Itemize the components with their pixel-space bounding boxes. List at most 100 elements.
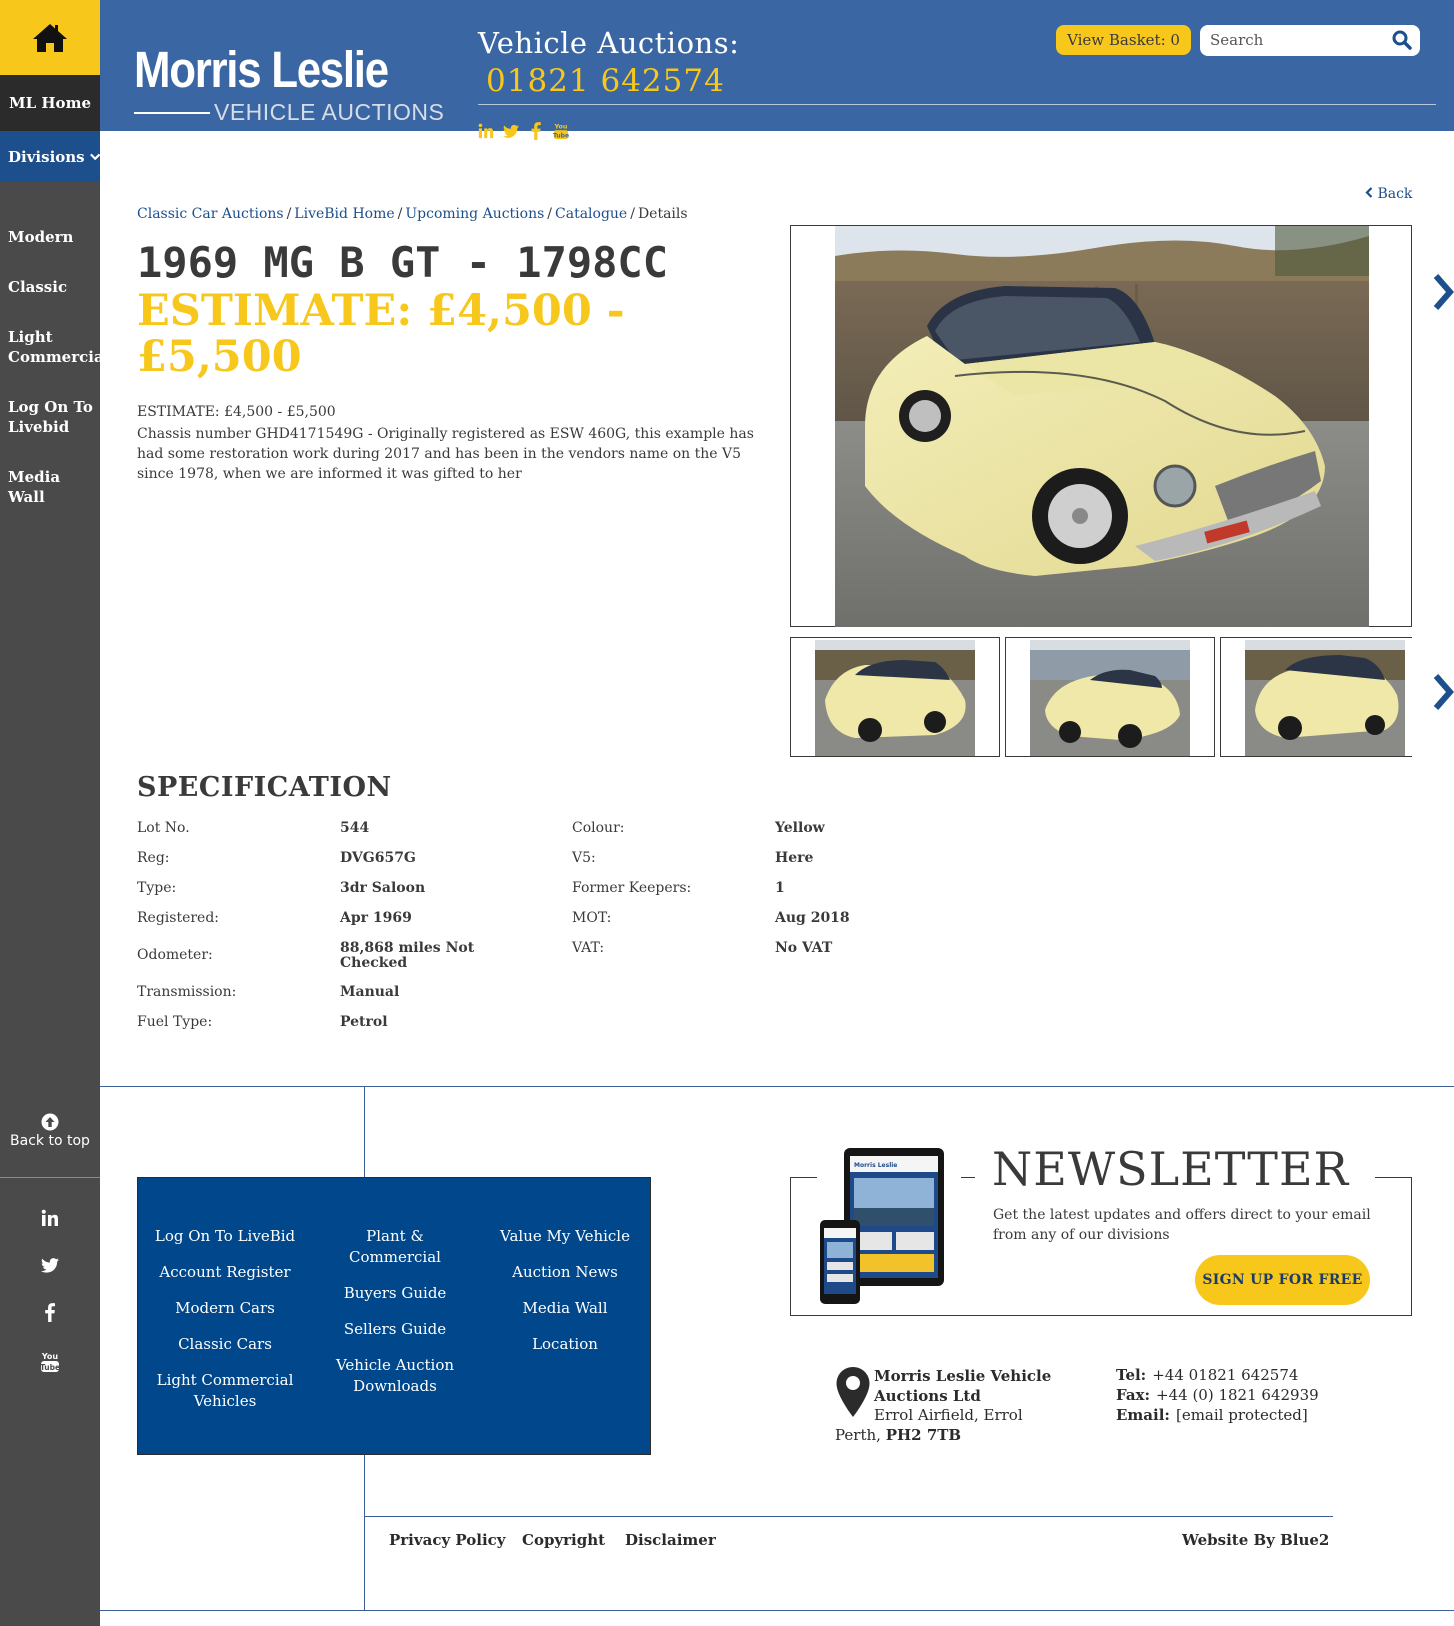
search-icon[interactable] <box>1392 30 1412 50</box>
contact-fax-value: +44 (0) 1821 642939 <box>1156 1386 1319 1404</box>
newsletter-border <box>791 1177 817 1178</box>
footer-link-modern-cars[interactable]: Modern Cars <box>138 1298 312 1319</box>
spec-value-registered: Apr 1969 <box>340 910 412 926</box>
search-bar <box>1200 25 1420 56</box>
footer-link-classic-cars[interactable]: Classic Cars <box>138 1334 312 1355</box>
spec-label-registered: Registered: <box>137 910 220 926</box>
gallery-next-arrow[interactable] <box>1432 272 1454 312</box>
logo-wordmark: Morris Leslie <box>134 41 389 98</box>
spec-value-odometer: 88,868 miles Not Checked <box>340 940 475 971</box>
spec-label-odometer: Odometer: <box>137 947 213 963</box>
footer-link-light-commercial[interactable]: Light Commercial Vehicles <box>150 1370 300 1412</box>
spec-label-mot: MOT: <box>572 910 612 926</box>
sidebar-twitter-link[interactable] <box>0 1250 100 1280</box>
disclaimer-link[interactable]: Disclaimer <box>625 1531 716 1549</box>
website-credit-link[interactable]: Website By Blue2 <box>1182 1531 1329 1549</box>
sidebar-item-livebid[interactable]: Log On To Livebid <box>8 397 100 437</box>
contact-fax-label: Fax: <box>1116 1386 1151 1404</box>
header-facebook-link[interactable] <box>528 121 544 141</box>
footer-link-sellers-guide[interactable]: Sellers Guide <box>312 1319 478 1340</box>
spec-value-fuel-type: Petrol <box>340 1014 388 1030</box>
location-pin-icon <box>836 1367 870 1417</box>
footer-link-account-register[interactable]: Account Register <box>138 1262 312 1283</box>
footer-links-column: Plant & Commercial Buyers Guide Sellers … <box>312 1226 478 1412</box>
gallery-thumbnail[interactable] <box>1005 637 1215 757</box>
devices-illustration: Morris Leslie <box>820 1148 944 1304</box>
breadcrumb: Classic Car Auctions / LiveBid Home / Upcomi… <box>137 206 688 222</box>
divisions-label: Divisions <box>8 147 85 166</box>
legal-divider <box>364 1516 1333 1517</box>
spec-label-fuel-type: Fuel Type: <box>137 1014 213 1030</box>
header-divider <box>478 104 1436 105</box>
spec-value-transmission: Manual <box>340 984 400 1000</box>
footer-bottom-divider <box>100 1610 1454 1611</box>
view-basket-button[interactable]: View Basket: 0 <box>1056 25 1191 55</box>
thumbnails-next-arrow[interactable] <box>1432 672 1454 712</box>
arrow-up-circle-icon <box>41 1113 59 1131</box>
back-to-top-label: Back to top <box>10 1133 90 1149</box>
spec-label-transmission: Transmission: <box>137 984 237 1000</box>
footer-link-livebid[interactable]: Log On To LiveBid <box>138 1226 312 1247</box>
sidebar-linkedin-link[interactable] <box>0 1203 100 1233</box>
site-header: Morris Leslie VEHICLE AUCTIONS Vehicle A… <box>100 0 1454 140</box>
auctions-heading: Vehicle Auctions: <box>478 26 740 60</box>
search-input[interactable] <box>1210 29 1380 51</box>
header-phone-number[interactable]: 01821 642574 <box>486 63 725 99</box>
back-link[interactable]: Back <box>1365 186 1412 202</box>
footer-links-column: Log On To LiveBid Account Register Moder… <box>138 1226 312 1427</box>
sidebar-item-modern[interactable]: Modern <box>8 227 100 247</box>
footer-divider <box>100 1086 1454 1087</box>
footer-link-buyers-guide[interactable]: Buyers Guide <box>312 1283 478 1304</box>
spec-label-vat: VAT: <box>572 940 605 956</box>
contact-tel-label: Tel: <box>1116 1366 1147 1384</box>
header-youtube-link[interactable]: You Tube <box>553 121 569 141</box>
company-address-line: Errol Airfield, Errol <box>874 1406 1023 1424</box>
gallery-thumbnail[interactable] <box>790 637 1000 757</box>
back-to-top-button[interactable]: Back to top <box>0 1110 100 1178</box>
thumbnail-image <box>1030 640 1190 756</box>
sidebar-facebook-link[interactable] <box>0 1297 100 1327</box>
newsletter-signup-button[interactable]: SIGN UP FOR FREE <box>1195 1255 1370 1305</box>
divisions-dropdown[interactable]: Divisions <box>0 131 100 182</box>
footer-links-panel: Log On To LiveBid Account Register Moder… <box>137 1177 651 1455</box>
company-name: Morris Leslie Vehicle Auctions Ltd <box>874 1367 1052 1405</box>
spec-value-vat: No VAT <box>775 940 833 956</box>
back-link-label: Back <box>1377 186 1413 202</box>
footer-link-auction-news[interactable]: Auction News <box>478 1262 652 1283</box>
footer-link-media-wall[interactable]: Media Wall <box>478 1298 652 1319</box>
breadcrumb-classic-car-auctions[interactable]: Classic Car Auctions <box>137 206 284 222</box>
copyright-link[interactable]: Copyright <box>522 1531 605 1549</box>
sidebar-youtube-link[interactable]: You Tube <box>0 1347 100 1377</box>
lot-description: Chassis number GHD4171549G - Originally … <box>137 426 754 482</box>
newsletter-border <box>1375 1177 1411 1178</box>
contact-email: Email: [email protected] <box>1116 1406 1308 1424</box>
svg-text:Morris Leslie: Morris Leslie <box>854 1162 897 1169</box>
contact-email-value[interactable]: [email protected] <box>1176 1406 1308 1424</box>
main-vehicle-photo[interactable] <box>790 225 1412 627</box>
gallery-thumbnail[interactable] <box>1220 637 1412 757</box>
footer-link-location[interactable]: Location <box>478 1334 652 1355</box>
breadcrumb-upcoming-auctions[interactable]: Upcoming Auctions <box>405 206 544 222</box>
ml-home-link[interactable]: ML Home <box>0 75 100 131</box>
home-button[interactable] <box>0 0 100 75</box>
footer-links-column: Value My Vehicle Auction News Media Wall… <box>478 1226 652 1370</box>
header-twitter-link[interactable] <box>503 121 519 141</box>
footer-link-vehicle-auction-downloads[interactable]: Vehicle Auction Downloads <box>320 1355 470 1397</box>
breadcrumb-catalogue[interactable]: Catalogue <box>555 206 627 222</box>
footer-link-plant-commercial[interactable]: Plant & Commercial <box>340 1226 450 1268</box>
logo-tagline: VEHICLE AUCTIONS <box>214 99 445 125</box>
newsletter-heading: NEWSLETTER <box>992 1142 1350 1196</box>
twitter-icon <box>503 124 519 138</box>
sidebar-item-light-commercial[interactable]: Light Commercial <box>8 327 103 367</box>
home-icon <box>33 23 67 52</box>
site-logo[interactable]: Morris Leslie VEHICLE AUCTIONS <box>134 41 444 125</box>
svg-text:You: You <box>41 1352 59 1361</box>
contact-tel-value[interactable]: +44 01821 642574 <box>1152 1366 1298 1384</box>
privacy-policy-link[interactable]: Privacy Policy <box>389 1531 506 1549</box>
breadcrumb-livebid-home[interactable]: LiveBid Home <box>294 206 394 222</box>
footer-link-value-my-vehicle[interactable]: Value My Vehicle <box>478 1226 652 1247</box>
header-linkedin-link[interactable] <box>478 121 494 141</box>
sidebar-item-media-wall[interactable]: Media Wall <box>8 467 100 507</box>
sidebar-item-classic[interactable]: Classic <box>8 277 100 297</box>
contact-tel: Tel: +44 01821 642574 <box>1116 1366 1298 1384</box>
